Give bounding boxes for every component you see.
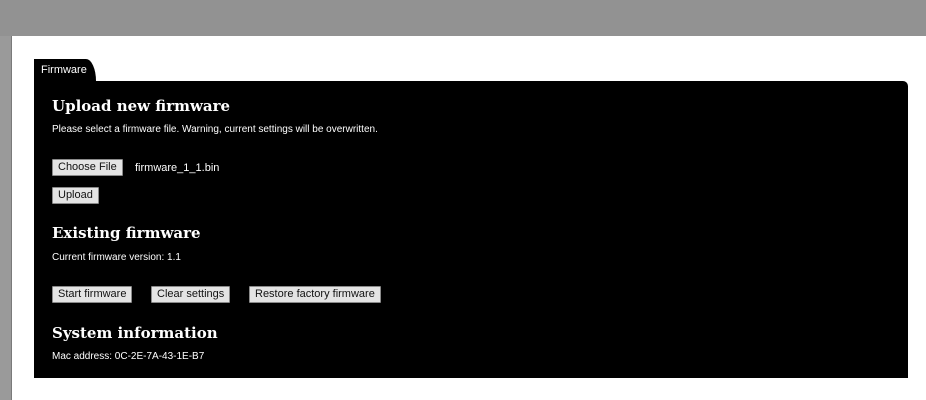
mac-address-text: Mac address: 0C-2E-7A-43-1E-B7 <box>52 351 205 362</box>
upload-heading: Upload new firmware <box>52 97 231 115</box>
system-information-heading: System information <box>52 324 218 342</box>
start-firmware-button[interactable]: Start firmware <box>52 286 133 303</box>
selected-file-name: firmware_1_1.bin <box>135 162 220 174</box>
restore-factory-firmware-button[interactable]: Restore factory firmware <box>249 286 381 303</box>
upload-button[interactable]: Upload <box>52 187 99 204</box>
firmware-panel: Upload new firmware Please select a firm… <box>34 81 908 378</box>
firmware-version-text: Current firmware version: 1.1 <box>52 252 181 263</box>
browser-top-bar <box>0 0 926 36</box>
tab-firmware-label: Firmware <box>41 64 87 76</box>
clear-settings-button[interactable]: Clear settings <box>151 286 231 303</box>
existing-firmware-heading: Existing firmware <box>52 224 201 242</box>
tab-firmware[interactable]: Firmware <box>34 59 96 81</box>
choose-file-button[interactable]: Choose File <box>52 159 123 176</box>
upload-description: Please select a firmware file. Warning, … <box>52 124 378 135</box>
